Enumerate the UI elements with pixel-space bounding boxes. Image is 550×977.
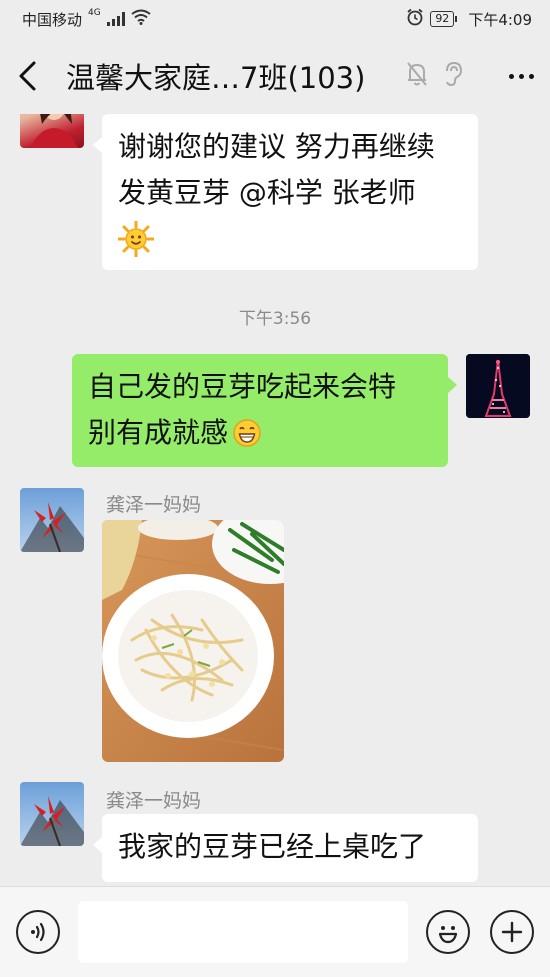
sender-name: 龚泽一妈妈 <box>106 790 202 812</box>
emoji-button[interactable] <box>426 910 470 954</box>
message-timestamp: 下午3:56 <box>238 309 312 329</box>
more-button[interactable] <box>509 73 534 79</box>
message-text: 发黄豆芽 @科学 张老师 <box>118 176 416 209</box>
sun-emoji-icon <box>117 216 462 262</box>
network-type: 4G <box>88 8 101 18</box>
image-message[interactable] <box>102 520 284 762</box>
ear-icon[interactable] <box>443 61 463 91</box>
voice-button[interactable] <box>16 910 60 954</box>
status-bar: 中国移动 4G 92 下午4:09 <box>0 0 550 38</box>
message-bubble-self[interactable]: 自己发的豆芽吃起来会特 别有成就感 <box>72 354 457 467</box>
avatar[interactable] <box>20 782 84 846</box>
clock: 下午4:09 <box>468 10 532 29</box>
message-text: 别有成就感 <box>88 416 229 449</box>
mute-bell-icon <box>405 61 429 91</box>
alarm-icon <box>406 8 424 30</box>
signal-icon <box>106 12 125 26</box>
emoji-icon <box>438 926 458 944</box>
message-text: 我家的豆芽已经上桌吃了 <box>118 830 427 863</box>
message-bubble[interactable]: 谢谢您的建议 努力再继续 发黄豆芽 @科学 张老师 <box>93 114 478 270</box>
message-list[interactable]: 谢谢您的建议 努力再继续 发黄豆芽 @科学 张老师 下午3:56 自己发的豆芽吃… <box>0 114 550 886</box>
back-arrow-icon <box>19 61 36 91</box>
self-avatar[interactable] <box>466 354 530 418</box>
message-text: 自己发的豆芽吃起来会特 <box>88 370 397 403</box>
bean-sprout-dish-image <box>102 520 284 762</box>
back-button[interactable] <box>16 58 52 94</box>
wifi-icon <box>131 9 151 29</box>
sender-name: 龚泽一妈妈 <box>106 494 202 516</box>
message-input[interactable] <box>78 901 408 963</box>
battery-indicator: 92 <box>430 11 458 27</box>
voice-icon <box>31 922 45 942</box>
plus-icon <box>501 921 523 943</box>
plus-button[interactable] <box>490 910 534 954</box>
chat-header: 温馨大家庭…7班(103) <box>0 38 550 114</box>
chat-title: 温馨大家庭…7班(103) <box>66 61 366 95</box>
carrier-label: 中国移动 <box>22 10 83 29</box>
avatar[interactable] <box>20 488 84 552</box>
avatar[interactable] <box>20 114 84 148</box>
grin-emoji-icon <box>232 418 262 448</box>
message-text: 谢谢您的建议 努力再继续 <box>118 130 435 163</box>
input-bar <box>0 886 550 977</box>
message-bubble[interactable]: 我家的豆芽已经上桌吃了 <box>93 814 478 882</box>
